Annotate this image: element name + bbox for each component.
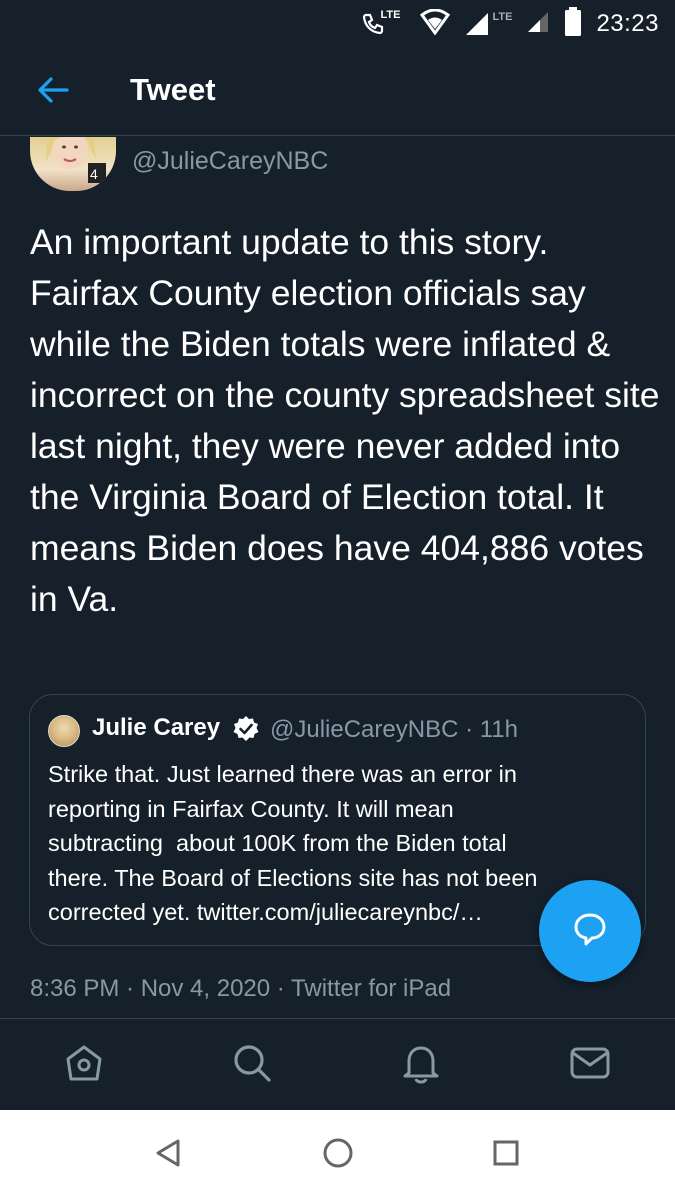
author-handle[interactable]: @JulieCareyNBC: [132, 147, 328, 176]
quoted-tweet-text: Strike that. Just learned there was an e…: [48, 761, 538, 925]
nav-back-button[interactable]: [148, 1135, 188, 1175]
page-title: Tweet: [130, 72, 216, 107]
tweet-text: An important update to this story. Fairf…: [30, 222, 660, 619]
back-triangle-icon: [152, 1137, 184, 1174]
compose-reply-button[interactable]: [539, 880, 641, 982]
app-header: Tweet: [0, 50, 675, 136]
tab-notifications[interactable]: [397, 1041, 445, 1089]
recents-square-icon: [491, 1138, 521, 1173]
arrow-left-icon: [37, 76, 71, 109]
call-lte-icon: LTE: [361, 9, 407, 37]
tab-search[interactable]: [228, 1041, 276, 1089]
back-button[interactable]: [24, 72, 84, 112]
avatar[interactable]: 4: [30, 137, 116, 191]
nav-recents-button[interactable]: [486, 1135, 526, 1175]
tab-messages[interactable]: [566, 1041, 614, 1089]
home-circle-icon: [321, 1136, 355, 1175]
status-bar: LTE LTE 23:23: [0, 0, 675, 50]
signal-weak-icon: [526, 10, 550, 39]
notifications-icon: [399, 1041, 443, 1090]
verified-badge-icon: [232, 715, 260, 743]
nav-home-button[interactable]: [318, 1135, 358, 1175]
quoted-handle-time: @JulieCareyNBC · 11h: [270, 716, 519, 743]
quoted-avatar: [48, 715, 80, 747]
search-icon: [230, 1041, 274, 1090]
bottom-tab-bar: [0, 1018, 675, 1110]
svg-text:4: 4: [90, 166, 98, 182]
system-nav-bar: [0, 1110, 675, 1200]
signal-icon: LTE: [464, 11, 512, 37]
home-icon: [62, 1041, 106, 1090]
wifi-icon: [420, 8, 451, 40]
clock: 23:23: [596, 10, 659, 37]
battery-icon: [564, 6, 582, 42]
tweet-author: 4 @JulieCareyNBC: [0, 137, 675, 197]
tweet-timestamp-source: 8:36 PM · Nov 4, 2020 · Twitter for iPad: [30, 975, 452, 1002]
speech-bubble-icon: [570, 909, 610, 954]
messages-icon: [568, 1041, 612, 1090]
tab-home[interactable]: [60, 1041, 108, 1089]
quoted-author-name: Julie Carey: [92, 714, 221, 741]
